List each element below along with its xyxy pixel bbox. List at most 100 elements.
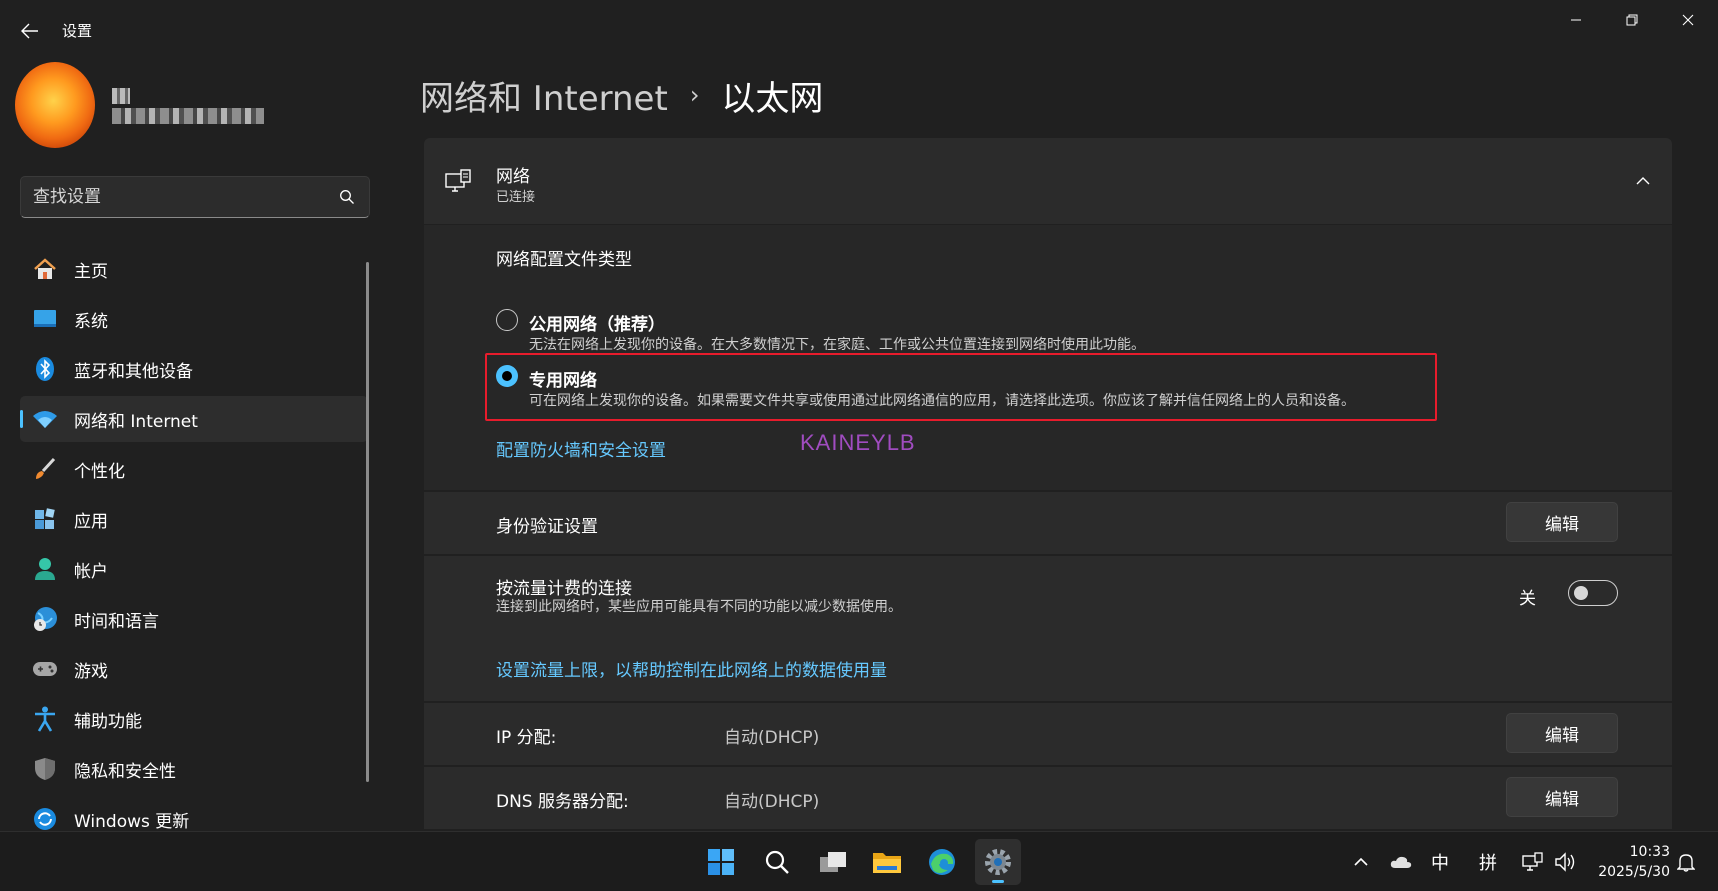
title-bar: 设置 (0, 0, 1718, 60)
sidebar-item-personalization[interactable]: 个性化 (20, 446, 368, 492)
data-limit-link[interactable]: 设置流量上限，以帮助控制在此网络上的数据使用量 (496, 656, 887, 681)
brush-icon (32, 456, 58, 482)
search-icon (765, 850, 789, 874)
back-button[interactable] (16, 18, 44, 44)
metered-connection-row: 按流量计费的连接 连接到此网络时，某些应用可能具有不同的功能以减少数据使用。 关… (424, 556, 1672, 701)
bluetooth-icon (32, 356, 58, 382)
edge-browser-button[interactable] (919, 839, 965, 885)
sidebar-item-gaming[interactable]: 游戏 (20, 646, 368, 692)
sidebar-nav: 主页 系统 蓝牙和其他设备 网络和 Internet 个性化 应用 帐户 时间和… (20, 246, 368, 846)
notifications-button[interactable] (1674, 849, 1698, 875)
sidebar-item-home[interactable]: 主页 (20, 246, 368, 292)
radio-public[interactable] (496, 309, 518, 331)
ip-assignment-value: 自动(DHCP) (724, 728, 820, 748)
network-expander-header[interactable]: 网络 已连接 (424, 138, 1672, 224)
highlight-annotation-box (485, 353, 1437, 421)
apps-icon (32, 506, 58, 532)
toggle-knob (1574, 586, 1588, 600)
sidebar-item-system[interactable]: 系统 (20, 296, 368, 342)
update-icon (32, 806, 58, 832)
ip-assignment-title: IP 分配: (496, 728, 557, 748)
ip-edit-button[interactable]: 编辑 (1506, 713, 1618, 753)
volume-button[interactable] (1552, 849, 1578, 875)
bell-icon (1677, 854, 1695, 872)
auth-edit-button[interactable]: 编辑 (1506, 502, 1618, 542)
chevron-up-icon (1354, 857, 1368, 866)
sidebar-item-time-language[interactable]: 时间和语言 (20, 596, 368, 642)
network-status-button[interactable] (1520, 849, 1546, 875)
ime-mode-button[interactable]: 拼 (1476, 849, 1500, 875)
taskbar-clock[interactable]: 10:33 2025/5/30 (1580, 842, 1670, 882)
taskbar-search-button[interactable] (754, 839, 800, 885)
dns-assignment-value: 自动(DHCP) (724, 792, 820, 812)
firewall-settings-link[interactable]: 配置防火墙和安全设置 (496, 436, 666, 461)
edge-icon (929, 849, 955, 875)
user-name-redacted (112, 88, 130, 104)
auth-settings-row: 身份验证设置 编辑 (424, 492, 1672, 554)
app-title: 设置 (62, 22, 93, 40)
clock-time: 10:33 (1629, 844, 1670, 860)
user-email-redacted (112, 108, 264, 124)
network-status: 已连接 (496, 190, 536, 205)
gamepad-icon (32, 656, 58, 682)
profile-type-title: 网络配置文件类型 (496, 250, 632, 270)
sidebar-item-apps[interactable]: 应用 (20, 496, 368, 542)
folder-icon (873, 853, 901, 873)
ethernet-monitor-icon (445, 169, 471, 192)
globe-clock-icon (32, 606, 58, 632)
sidebar-item-accessibility[interactable]: 辅助功能 (20, 696, 368, 742)
sidebar-item-network[interactable]: 网络和 Internet (20, 396, 368, 442)
windows-logo-icon (708, 849, 734, 875)
dns-edit-button[interactable]: 编辑 (1506, 777, 1618, 817)
tray-overflow-button[interactable] (1350, 849, 1372, 875)
home-icon (32, 256, 58, 282)
gear-icon (985, 849, 1011, 875)
taskbar: 中 拼 10:33 2025/5/30 (0, 831, 1718, 891)
metered-toggle[interactable] (1568, 580, 1618, 606)
ime-language-button[interactable]: 中 (1428, 849, 1452, 875)
account-icon (32, 556, 58, 582)
clock-date: 2025/5/30 (1598, 864, 1670, 880)
ethernet-icon (1522, 852, 1543, 871)
close-icon (1682, 14, 1694, 26)
search-box[interactable] (20, 176, 370, 218)
restore-icon (1626, 14, 1638, 26)
public-network-label: 公用网络（推荐） (529, 315, 665, 335)
back-arrow-icon (21, 23, 38, 39)
avatar[interactable] (15, 62, 95, 148)
breadcrumb-parent[interactable]: 网络和 Internet (420, 71, 668, 120)
breadcrumb-separator: › (689, 81, 700, 109)
sidebar-item-accounts[interactable]: 帐户 (20, 546, 368, 592)
metered-toggle-state: 关 (1519, 589, 1536, 609)
metered-desc: 连接到此网络时，某些应用可能具有不同的功能以减少数据使用。 (496, 599, 902, 615)
watermark-text: KAINEYLB (800, 430, 916, 455)
page-title: 以太网 (721, 78, 824, 119)
file-explorer-button[interactable] (864, 839, 910, 885)
settings-app-button[interactable] (975, 839, 1021, 885)
sidebar-item-bluetooth[interactable]: 蓝牙和其他设备 (20, 346, 368, 392)
restore-button[interactable] (1604, 0, 1660, 40)
search-icon[interactable] (339, 189, 355, 205)
accessibility-icon (32, 706, 58, 732)
dns-assignment-row: DNS 服务器分配: 自动(DHCP) 编辑 (424, 767, 1672, 829)
minimize-icon (1571, 19, 1581, 21)
dns-assignment-title: DNS 服务器分配: (496, 792, 629, 812)
task-view-icon (820, 852, 846, 872)
start-button[interactable] (698, 839, 744, 885)
sidebar-scrollbar[interactable] (366, 262, 369, 782)
breadcrumb: 网络和 Internet › 以太网 (420, 70, 823, 120)
sidebar-item-privacy[interactable]: 隐私和安全性 (20, 746, 368, 792)
minimize-button[interactable] (1548, 0, 1604, 40)
cloud-icon (1390, 856, 1412, 868)
close-button[interactable] (1660, 0, 1716, 40)
search-input[interactable] (33, 186, 333, 208)
wifi-icon (32, 406, 58, 432)
system-icon (32, 306, 58, 332)
chevron-up-icon[interactable] (1634, 172, 1652, 190)
onedrive-button[interactable] (1388, 849, 1414, 875)
auth-settings-title: 身份验证设置 (496, 517, 598, 537)
ip-assignment-row: IP 分配: 自动(DHCP) 编辑 (424, 703, 1672, 765)
shield-icon (32, 756, 58, 782)
public-network-desc: 无法在网络上发现你的设备。在大多数情况下，在家庭、工作或公共位置连接到网络时使用… (529, 337, 1145, 353)
task-view-button[interactable] (810, 839, 856, 885)
